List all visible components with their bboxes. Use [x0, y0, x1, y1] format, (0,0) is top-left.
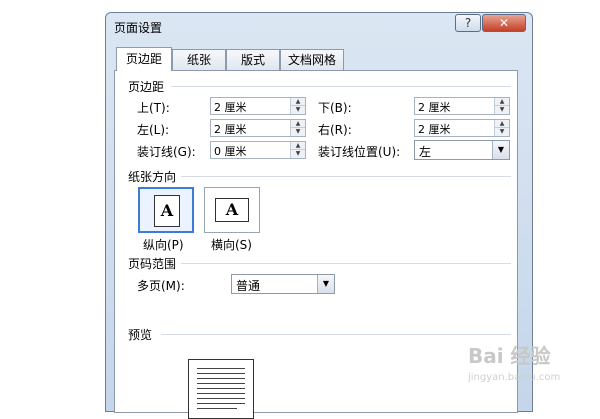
preview-text-line — [197, 403, 245, 404]
left-margin-spinner[interactable]: 2 厘米 ▲ ▼ — [210, 119, 306, 137]
preview-page — [188, 359, 254, 419]
preview-text-line — [197, 378, 245, 379]
preview-text-line — [197, 373, 245, 374]
preview-text-line — [197, 368, 245, 369]
spin-down-icon[interactable]: ▼ — [494, 127, 509, 136]
tab-panel: 页边距 上(T): 2 厘米 ▲ ▼ 下(B): 2 厘米 ▲ ▼ 左(L): … — [114, 70, 518, 419]
landscape-page-icon: A — [215, 198, 249, 222]
tab-paper[interactable]: 纸张 — [172, 49, 226, 71]
dialog-title: 页面设置 — [114, 21, 163, 35]
landscape-label[interactable]: 横向(S) — [211, 236, 252, 253]
multiple-pages-value: 普通 — [236, 279, 261, 293]
baidu-watermark: Bai 经验 — [468, 344, 551, 368]
margins-section-title: 页边距 — [128, 80, 165, 94]
right-margin-label: 右(R): — [318, 123, 352, 137]
gutter-position-label: 装订线位置(U): — [318, 145, 401, 159]
gutter-position-select[interactable]: 左 ▼ — [414, 140, 510, 160]
bottom-margin-value: 2 厘米 — [418, 101, 451, 114]
top-margin-spinner[interactable]: 2 厘米 ▲ ▼ — [210, 97, 306, 115]
divider — [181, 263, 511, 264]
spin-down-icon[interactable]: ▼ — [290, 105, 305, 114]
multiple-pages-label: 多页(M): — [137, 279, 185, 293]
dropdown-arrow-icon[interactable]: ▼ — [317, 275, 334, 293]
preview-text-line — [197, 393, 245, 394]
right-margin-value: 2 厘米 — [418, 123, 451, 136]
portrait-label[interactable]: 纵向(P) — [143, 236, 184, 253]
orientation-section-title: 纸张方向 — [128, 170, 177, 184]
bottom-margin-label: 下(B): — [318, 101, 352, 115]
preview-text-line — [197, 383, 245, 384]
tab-document-grid[interactable]: 文档网格 — [280, 49, 344, 71]
gutter-spinner[interactable]: 0 厘米 ▲ ▼ — [210, 141, 306, 159]
title-bar: 页面设置 ? ✕ — [106, 13, 532, 41]
right-margin-spinner[interactable]: 2 厘米 ▲ ▼ — [414, 119, 510, 137]
spin-down-icon[interactable]: ▼ — [290, 149, 305, 158]
preview-text-line — [197, 388, 245, 389]
multiple-pages-select[interactable]: 普通 ▼ — [231, 274, 335, 294]
left-margin-label: 左(L): — [137, 123, 170, 137]
tab-layout[interactable]: 版式 — [226, 49, 280, 71]
spin-down-icon[interactable]: ▼ — [494, 105, 509, 114]
preview-section-title: 预览 — [128, 328, 153, 342]
portrait-option[interactable]: A — [138, 187, 194, 233]
left-margin-value: 2 厘米 — [214, 123, 247, 136]
pages-section-title: 页码范围 — [128, 257, 177, 271]
preview-text-line — [197, 408, 237, 409]
top-margin-label: 上(T): — [137, 101, 170, 115]
spin-down-icon[interactable]: ▼ — [290, 127, 305, 136]
gutter-value: 0 厘米 — [214, 145, 247, 158]
preview-text-line — [197, 398, 245, 399]
portrait-page-icon: A — [154, 195, 180, 227]
baidu-watermark-url: jingyan.baidu.com — [468, 372, 561, 383]
divider — [171, 86, 511, 87]
dropdown-arrow-icon[interactable]: ▼ — [492, 141, 509, 159]
top-margin-value: 2 厘米 — [214, 101, 247, 114]
divider — [161, 334, 511, 335]
divider — [181, 176, 511, 177]
landscape-option[interactable]: A — [204, 187, 260, 233]
help-button[interactable]: ? — [455, 14, 481, 32]
bottom-margin-spinner[interactable]: 2 厘米 ▲ ▼ — [414, 97, 510, 115]
tab-margins[interactable]: 页边距 — [116, 47, 172, 71]
gutter-label: 装订线(G): — [137, 145, 196, 159]
gutter-position-value: 左 — [419, 145, 432, 159]
close-button[interactable]: ✕ — [482, 14, 526, 32]
